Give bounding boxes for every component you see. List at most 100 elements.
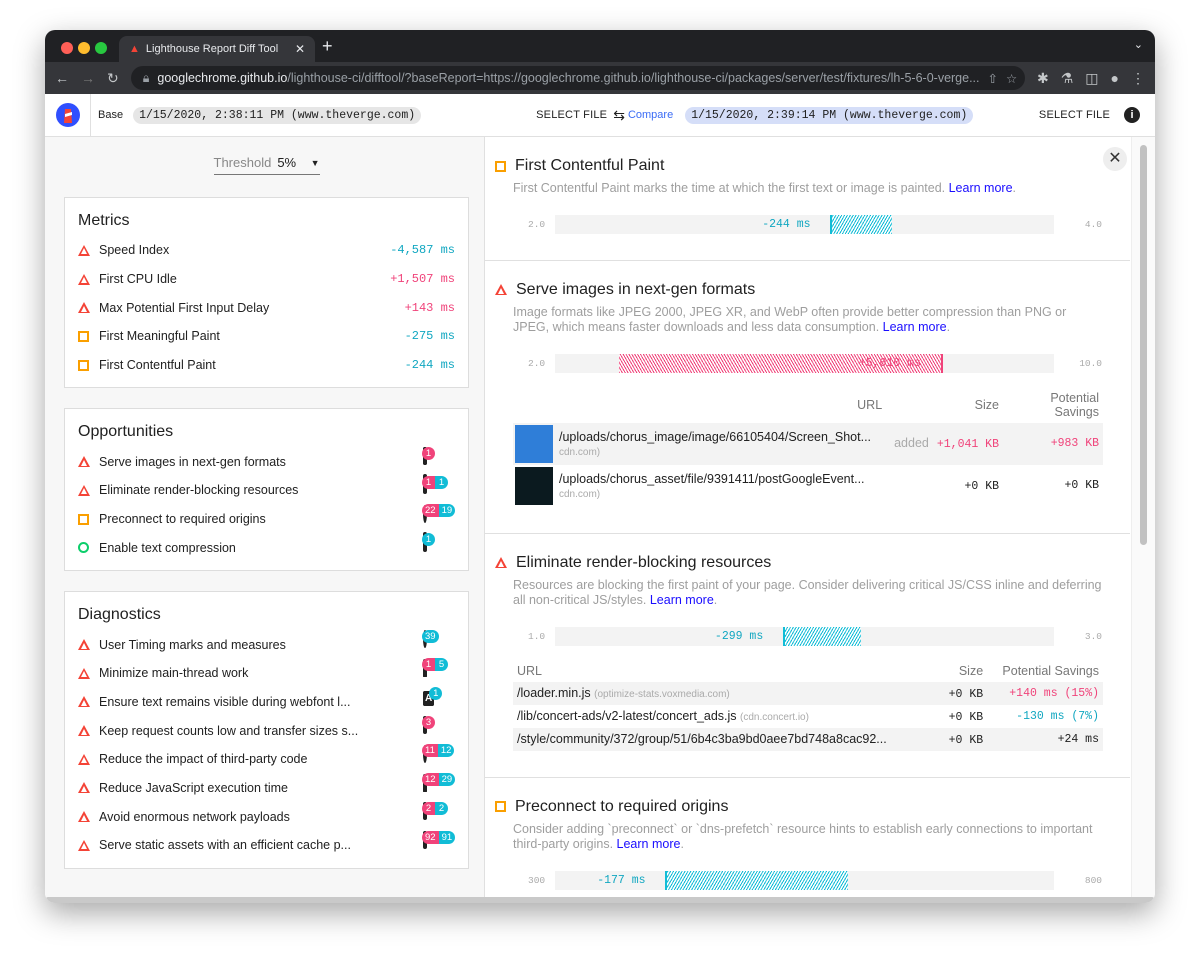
metrics-card: Metrics Speed Index -4,587 ms First CPU Idl…	[64, 197, 469, 389]
item-label: Max Potential First Input Delay	[99, 300, 270, 315]
column-header: URL	[517, 663, 543, 678]
column-header: Size	[974, 397, 999, 412]
back-icon[interactable]: ←	[55, 70, 69, 86]
threshold-dropdown[interactable]: Threshold 5% ▼	[213, 155, 320, 175]
added-count-badge: 12	[422, 773, 439, 787]
info-icon[interactable]: i	[1124, 107, 1140, 123]
removed-count-badge: 1	[435, 475, 448, 489]
metric-delta: +143 ms	[404, 300, 455, 315]
size-delta: +0 KB	[964, 480, 999, 493]
diagnostics-item[interactable]: User Timing marks and measures 39	[78, 629, 455, 659]
fail-status-icon	[78, 456, 90, 468]
menu-kebab-icon[interactable]: ⋮	[1131, 70, 1145, 87]
diagnostics-item[interactable]: Serve static assets with an efficient ca…	[78, 830, 456, 860]
diagnostics-card: Diagnostics User Timing marks and measure…	[64, 591, 469, 869]
new-tab-button[interactable]: +	[322, 36, 333, 57]
audit-sidebar: Threshold 5% ▼ Metrics Speed Index -4,587 …	[45, 137, 485, 903]
compare-report-chip: 1/15/2020, 2:39:14 PM (www.theverge.com)	[685, 106, 974, 124]
range-max: 800	[1084, 874, 1103, 886]
size-delta: +1,041 KB	[936, 438, 999, 451]
forward-icon[interactable]: →	[81, 70, 95, 86]
share-icon[interactable]: ⇧	[988, 71, 998, 86]
learn-more-link[interactable]: Learn more	[883, 320, 947, 334]
diagnostics-item[interactable]: Reduce the impact of third-party code 11 1…	[78, 744, 455, 774]
removed-count-badge: 12	[437, 744, 455, 758]
base-select-file-button[interactable]: SELECT FILE	[536, 109, 607, 121]
delta-label: +5,010 ms	[858, 356, 921, 370]
toolbar: ← → ↻ 🔒︎ googlechrome.github.io/lighthou…	[45, 62, 1155, 94]
diagnostics-title: Diagnostics	[78, 606, 161, 624]
metric-delta: -4,587 ms	[390, 243, 455, 258]
item-label: Serve static assets with an efficient ca…	[99, 838, 351, 853]
profile-avatar[interactable]: ●	[1111, 70, 1119, 86]
resource-url: /uploads/chorus_asset/file/9391411/postG…	[559, 471, 865, 486]
reload-icon[interactable]: ↻	[107, 70, 119, 87]
learn-more-link[interactable]: Learn more	[650, 593, 714, 607]
learn-more-link[interactable]: Learn more	[949, 181, 1013, 195]
diagnostics-item[interactable]: Reduce JavaScript execution time 12 29	[78, 773, 456, 803]
opportunities-item[interactable]: Enable text compression 1	[78, 531, 455, 563]
diagnostics-item[interactable]: Minimize main-thread work 1 5	[78, 658, 455, 688]
horizontal-scrollbar[interactable]	[45, 897, 1155, 903]
side-panel-icon[interactable]: ◫	[1085, 70, 1098, 87]
removed-count-badge: 29	[438, 773, 456, 787]
audit-title: Serve images in next-gen formats	[516, 280, 756, 298]
metrics-item[interactable]: First Contentful Paint -244 ms	[78, 351, 455, 380]
bookmark-star-icon[interactable]: ☆	[1006, 71, 1017, 86]
column-header: URL	[857, 397, 883, 412]
fail-status-icon	[78, 639, 90, 651]
delta-label: -177 ms	[597, 873, 646, 887]
diagnostics-item[interactable]: Ensure text remains visible during webfo…	[78, 687, 455, 717]
savings-delta: +140 ms (15%)	[987, 681, 1103, 705]
threshold-label: Threshold	[213, 155, 272, 170]
audit-detail-section: Eliminate render-blocking resources Reso…	[485, 534, 1130, 778]
details-table: URL Size Potential Savings/loader.min.js (…	[513, 660, 1103, 751]
diagnostics-item[interactable]: Keep request counts low and transfer siz…	[78, 715, 455, 745]
opportunities-item[interactable]: Eliminate render-blocking resources 1 1	[78, 474, 455, 505]
base-report-chip: 1/15/2020, 2:38:11 PM (www.theverge.com)	[133, 106, 422, 124]
metrics-item[interactable]: Max Potential First Input Delay +143 ms	[78, 293, 455, 322]
removed-count-badge: 1	[429, 687, 443, 701]
item-label: User Timing marks and measures	[99, 637, 286, 652]
opportunities-item[interactable]: Preconnect to required origins 22 19	[78, 504, 456, 534]
average-status-icon	[495, 160, 506, 172]
compare-select-file-button[interactable]: SELECT FILE	[1039, 109, 1110, 121]
audit-description: First Contentful Paint marks the time at…	[513, 181, 946, 195]
item-label: First Contentful Paint	[99, 358, 216, 373]
compare-label: Compare	[627, 109, 674, 121]
size-delta: +0 KB	[948, 710, 984, 724]
address-bar[interactable]: 🔒︎ googlechrome.github.io/lighthouse-ci/…	[130, 66, 1025, 90]
average-status-icon	[78, 359, 89, 371]
resource-url: /style/community/372/group/51/6b4c3ba9bd…	[517, 732, 887, 746]
tab-list-chevron-icon[interactable]: ⌄	[1134, 38, 1143, 51]
close-tab-icon[interactable]: ✕	[295, 42, 305, 56]
metrics-item[interactable]: First CPU Idle +1,507 ms	[78, 265, 455, 294]
savings-delta: +0 KB	[1064, 479, 1099, 492]
metrics-item[interactable]: First Meaningful Paint -275 ms	[78, 322, 455, 351]
added-count-badge: 2	[422, 801, 435, 815]
diagnostics-item[interactable]: Avoid enormous network payloads 2 2	[78, 801, 455, 831]
fail-status-icon	[78, 725, 90, 737]
removed-count-badge: 39	[422, 629, 439, 643]
delta-fill	[782, 626, 861, 646]
learn-more-link[interactable]: Learn more	[617, 837, 681, 851]
browser-tab[interactable]: ▲ Lighthouse Report Diff Tool ✕	[119, 36, 315, 62]
vertical-scrollbar[interactable]	[1131, 137, 1155, 903]
browser-window: ▲ Lighthouse Report Diff Tool ✕ + ⌄ ← → …	[45, 30, 1155, 903]
maximize-window-button[interactable]	[95, 42, 107, 54]
item-label: Keep request counts low and transfer siz…	[99, 723, 359, 738]
url-path: /lighthouse-ci/difftool/?baseReport=http…	[287, 71, 980, 85]
audit-details-panel: ✕ First Contentful Paint First Contentfu…	[485, 137, 1155, 903]
removed-count-badge: 1	[422, 533, 435, 546]
delta-bar: 2.0 +5,010 ms 10.0	[513, 353, 1102, 373]
extensions-icon[interactable]: ✱	[1037, 70, 1049, 87]
close-window-button[interactable]	[61, 42, 73, 54]
labs-flask-icon[interactable]: ⚗	[1061, 70, 1074, 87]
opportunities-item[interactable]: Serve images in next-gen formats 1	[78, 446, 455, 476]
metrics-item[interactable]: Speed Index -4,587 ms	[78, 236, 455, 265]
minimize-window-button[interactable]	[78, 42, 90, 54]
resource-host: (optimize-stats.voxmedia.com)	[594, 689, 730, 700]
swap-icon[interactable]: ⇆	[613, 107, 625, 124]
average-status-icon	[78, 330, 89, 342]
close-details-button[interactable]: ✕	[1103, 147, 1127, 171]
